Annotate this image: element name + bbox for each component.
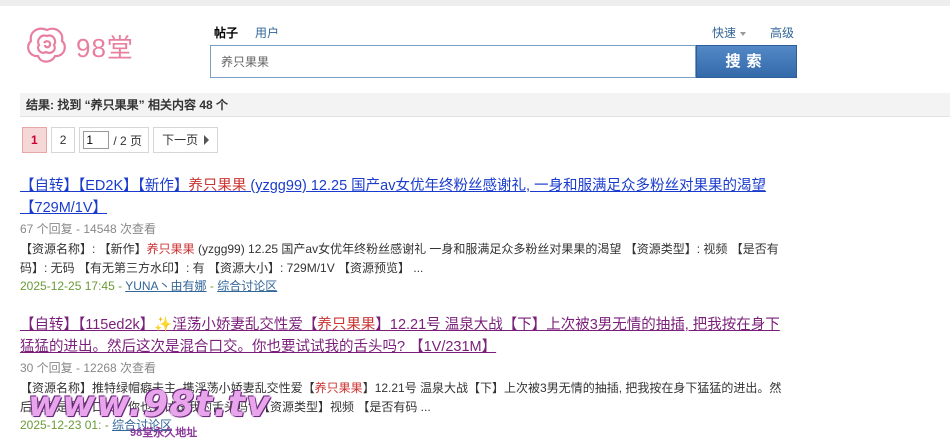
page-jump: / 2 页 xyxy=(79,127,150,153)
tab-posts[interactable]: 帖子 xyxy=(214,24,238,41)
search-result: 【自转】【ED2K】【新作】养只果果 (yzgg99) 12.25 国产av女优… xyxy=(20,175,790,295)
excerpt-highlight: 养只果果 xyxy=(314,381,363,395)
forum-link[interactable]: 综合讨论区 xyxy=(217,279,277,293)
watermark: www.98t.tv 98堂永久地址 xyxy=(22,384,270,442)
watermark-text: www.98t.tv xyxy=(28,384,271,425)
title-part: 【自转】【ED2K】【新作】 xyxy=(20,178,189,194)
title-part: 【自转】【115ed2k】✨淫荡小娇妻乱交性爱【 xyxy=(20,317,318,333)
meta-sep: - xyxy=(114,279,126,293)
arrow-right-icon xyxy=(204,135,210,145)
advanced-search-link[interactable]: 高级 xyxy=(770,24,794,41)
logo-text: 98堂 xyxy=(76,33,134,63)
meta-sep: - xyxy=(206,279,218,293)
quick-label: 快速 xyxy=(712,26,737,40)
quick-search-dropdown[interactable]: 快速 xyxy=(712,24,747,41)
result-excerpt: 【资源名称】: 【新作】养只果果 (yzgg99) 12.25 国产av女优年终… xyxy=(20,240,790,278)
result-date: 2025-12-25 17:45 xyxy=(20,279,115,293)
result-stats: 30 个回复 - 12268 次查看 xyxy=(20,361,157,375)
result-stats: 67 个回复 - 14548 次查看 xyxy=(20,222,157,236)
chevron-down-icon xyxy=(740,31,747,36)
tab-users[interactable]: 用户 xyxy=(255,24,279,41)
search-button[interactable]: 搜索 xyxy=(696,45,797,78)
search-box xyxy=(210,45,696,78)
search-input[interactable] xyxy=(211,46,695,77)
result-summary: 结果: 找到 “养只果果” 相关内容 48 个 xyxy=(20,93,950,117)
rose-flower-icon xyxy=(27,27,66,63)
result-meta: 2025-12-25 17:45 - YUNA丶由有娜 - 综合讨论区 xyxy=(20,278,790,295)
result-title-link[interactable]: 【自转】【ED2K】【新作】养只果果 (yzgg99) 12.25 国产av女优… xyxy=(20,175,790,219)
pagination: 1 2 / 2 页 下一页 xyxy=(22,127,222,153)
title-highlight: 养只果果 xyxy=(317,317,376,333)
title-highlight: 养只果果 xyxy=(188,178,247,194)
page-current: 1 xyxy=(22,127,47,153)
result-title-link[interactable]: 【自转】【115ed2k】✨淫荡小娇妻乱交性爱【养只果果】12.21号 温泉大战… xyxy=(20,314,790,358)
excerpt-part: 【资源名称】: 【新作】 xyxy=(20,242,147,256)
top-bar xyxy=(0,0,950,6)
next-page-label: 下一页 xyxy=(162,133,199,147)
excerpt-highlight: 养只果果 xyxy=(146,242,195,256)
author-link[interactable]: YUNA丶由有娜 xyxy=(125,279,206,293)
site-logo[interactable]: 98堂 xyxy=(24,24,144,66)
next-page-button[interactable]: 下一页 xyxy=(153,127,219,153)
page-link-2[interactable]: 2 xyxy=(50,127,76,153)
page-total: / 2 页 xyxy=(113,133,143,148)
page-jump-input[interactable] xyxy=(83,131,110,149)
watermark-subtext: 98堂永久地址 xyxy=(130,427,198,439)
